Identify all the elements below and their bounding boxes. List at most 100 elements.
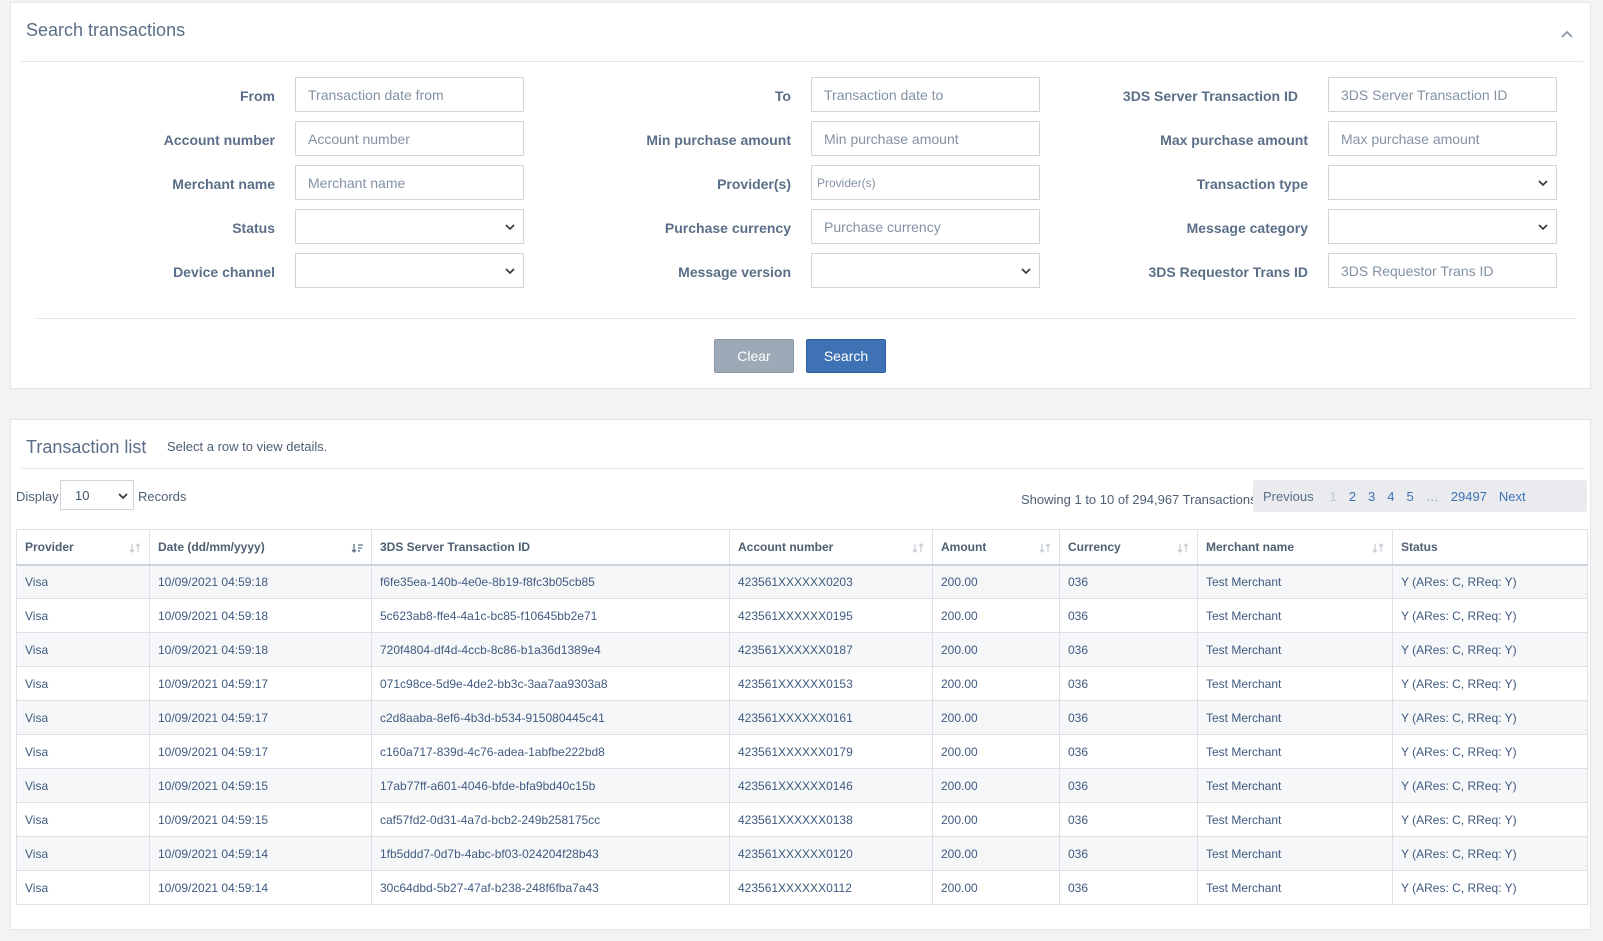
table-cell: 423561XXXXXX0187 — [729, 632, 933, 667]
pager-page-5[interactable]: 5 — [1401, 489, 1420, 504]
table-cell: 423561XXXXXX0120 — [729, 836, 933, 871]
table-cell: c160a717-839d-4c76-adea-1abfbe222bd8 — [371, 734, 730, 769]
divider — [21, 61, 1583, 62]
table-cell: Y (ARes: C, RReq: Y) — [1392, 564, 1588, 599]
table-cell: 423561XXXXXX0203 — [729, 564, 933, 599]
sort-icon — [1177, 543, 1189, 553]
msg-version-select[interactable] — [811, 253, 1040, 288]
account-input[interactable] — [295, 121, 524, 156]
table-cell: 423561XXXXXX0138 — [729, 802, 933, 837]
table-cell: 200.00 — [932, 632, 1060, 667]
table-cell: Visa — [16, 870, 150, 905]
table-cell: 1fb5ddd7-0d7b-4abc-bf03-024204f28b43 — [371, 836, 730, 871]
table-cell: Y (ARes: C, RReq: Y) — [1392, 870, 1588, 905]
transactions-table: Provider Date (dd/mm/yyyy) 3DS Server Tr… — [16, 529, 1588, 905]
table-row[interactable]: Visa 10/09/2021 04:59:17 071c98ce-5d9e-4de… — [16, 666, 1588, 701]
pager-page-2[interactable]: 2 — [1343, 489, 1362, 504]
table-row[interactable]: Visa 10/09/2021 04:59:15 caf57fd2-0d31-4a7… — [16, 802, 1588, 837]
table-cell: 423561XXXXXX0161 — [729, 700, 933, 735]
table-cell: 200.00 — [932, 836, 1060, 871]
table-cell: 423561XXXXXX0195 — [729, 598, 933, 633]
table-row[interactable]: Visa 10/09/2021 04:59:15 17ab77ff-a601-404… — [16, 768, 1588, 803]
from-input[interactable] — [295, 77, 524, 112]
table-cell: 036 — [1059, 598, 1198, 633]
chevron-down-icon — [505, 224, 515, 231]
table-row[interactable]: Visa 10/09/2021 04:59:18 5c623ab8-ffe4-4a1… — [16, 598, 1588, 633]
pager-page-1[interactable]: 1 — [1324, 489, 1343, 504]
table-cell: 200.00 — [932, 870, 1060, 905]
table-cell: Y (ARes: C, RReq: Y) — [1392, 836, 1588, 871]
msg-category-select[interactable] — [1328, 209, 1557, 244]
table-cell: 10/09/2021 04:59:17 — [149, 734, 372, 769]
table-cell: Y (ARes: C, RReq: Y) — [1392, 768, 1588, 803]
min-amount-label: Min purchase amount — [646, 132, 791, 148]
table-cell: Visa — [16, 632, 150, 667]
pager-next[interactable]: Next — [1493, 489, 1532, 504]
providers-input[interactable] — [811, 165, 1040, 200]
list-hint: Select a row to view details. — [167, 439, 328, 454]
to-input[interactable] — [811, 77, 1040, 112]
currency-input[interactable] — [811, 209, 1040, 244]
table-cell: 200.00 — [932, 564, 1060, 599]
merchant-input[interactable] — [295, 165, 524, 200]
tx-type-select[interactable] — [1328, 165, 1557, 200]
table-cell: Visa — [16, 802, 150, 837]
table-cell: 036 — [1059, 870, 1198, 905]
table-cell: 200.00 — [932, 734, 1060, 769]
chevron-down-icon — [118, 493, 128, 500]
table-cell: Test Merchant — [1197, 598, 1393, 633]
table-cell: 200.00 — [932, 802, 1060, 837]
status-select[interactable] — [295, 209, 524, 244]
column-header[interactable]: Amount — [932, 529, 1060, 566]
requestor-id-input[interactable] — [1328, 253, 1557, 288]
table-header-row: Provider Date (dd/mm/yyyy) 3DS Server Tr… — [16, 529, 1588, 566]
page-size-select[interactable]: 10 — [60, 480, 134, 510]
max-amount-input[interactable] — [1328, 121, 1557, 156]
chevron-down-icon — [1538, 180, 1548, 187]
sort-icon — [129, 543, 141, 553]
table-row[interactable]: Visa 10/09/2021 04:59:18 720f4804-df4d-4cc… — [16, 632, 1588, 667]
column-header[interactable]: Currency — [1059, 529, 1198, 566]
table-cell: caf57fd2-0d31-4a7d-bcb2-249b258175cc — [371, 802, 730, 837]
table-cell: Y (ARes: C, RReq: Y) — [1392, 598, 1588, 633]
table-cell: 036 — [1059, 802, 1198, 837]
pager-previous[interactable]: Previous — [1253, 489, 1324, 504]
page-size-value: 10 — [75, 488, 90, 503]
search-button[interactable]: Search — [806, 339, 886, 373]
min-amount-input[interactable] — [811, 121, 1040, 156]
table-cell: 200.00 — [932, 598, 1060, 633]
sort-icon — [912, 543, 924, 553]
table-cell: Test Merchant — [1197, 870, 1393, 905]
column-header[interactable]: Status — [1392, 529, 1588, 566]
table-row[interactable]: Visa 10/09/2021 04:59:14 1fb5ddd7-0d7b-4ab… — [16, 836, 1588, 871]
table-cell: Test Merchant — [1197, 632, 1393, 667]
device-select[interactable] — [295, 253, 524, 288]
chevron-up-icon[interactable] — [1560, 27, 1574, 41]
table-row[interactable]: Visa 10/09/2021 04:59:14 30c64dbd-5b27-47a… — [16, 870, 1588, 905]
column-header[interactable]: Merchant name — [1197, 529, 1393, 566]
to-label: To — [774, 88, 791, 104]
column-header[interactable]: 3DS Server Transaction ID — [371, 529, 730, 566]
pager-page-4[interactable]: 4 — [1381, 489, 1400, 504]
column-header[interactable]: Date (dd/mm/yyyy) — [149, 529, 372, 566]
server-id-input[interactable] — [1328, 77, 1557, 112]
status-label: Status — [232, 220, 275, 236]
table-cell: 423561XXXXXX0146 — [729, 768, 933, 803]
column-header[interactable]: Account number — [729, 529, 933, 566]
clear-button[interactable]: Clear — [714, 339, 794, 373]
table-cell: 30c64dbd-5b27-47af-b238-248f6fba7a43 — [371, 870, 730, 905]
column-header[interactable]: Provider — [16, 529, 150, 566]
table-cell: Visa — [16, 666, 150, 701]
table-row[interactable]: Visa 10/09/2021 04:59:18 f6fe35ea-140b-4e0… — [16, 564, 1588, 599]
table-row[interactable]: Visa 10/09/2021 04:59:17 c160a717-839d-4c7… — [16, 734, 1588, 769]
table-cell: Y (ARes: C, RReq: Y) — [1392, 666, 1588, 701]
table-cell: Visa — [16, 598, 150, 633]
pager-last-page[interactable]: 29497 — [1445, 489, 1493, 504]
table-row[interactable]: Visa 10/09/2021 04:59:17 c2d8aaba-8ef6-4b3… — [16, 700, 1588, 735]
table-cell: Test Merchant — [1197, 734, 1393, 769]
chevron-down-icon — [1021, 268, 1031, 275]
pager-page-3[interactable]: 3 — [1362, 489, 1381, 504]
search-panel: Search transactions From To 3DS Server T… — [10, 2, 1591, 389]
sort-icon — [1372, 543, 1384, 553]
records-label: Records — [138, 489, 187, 504]
